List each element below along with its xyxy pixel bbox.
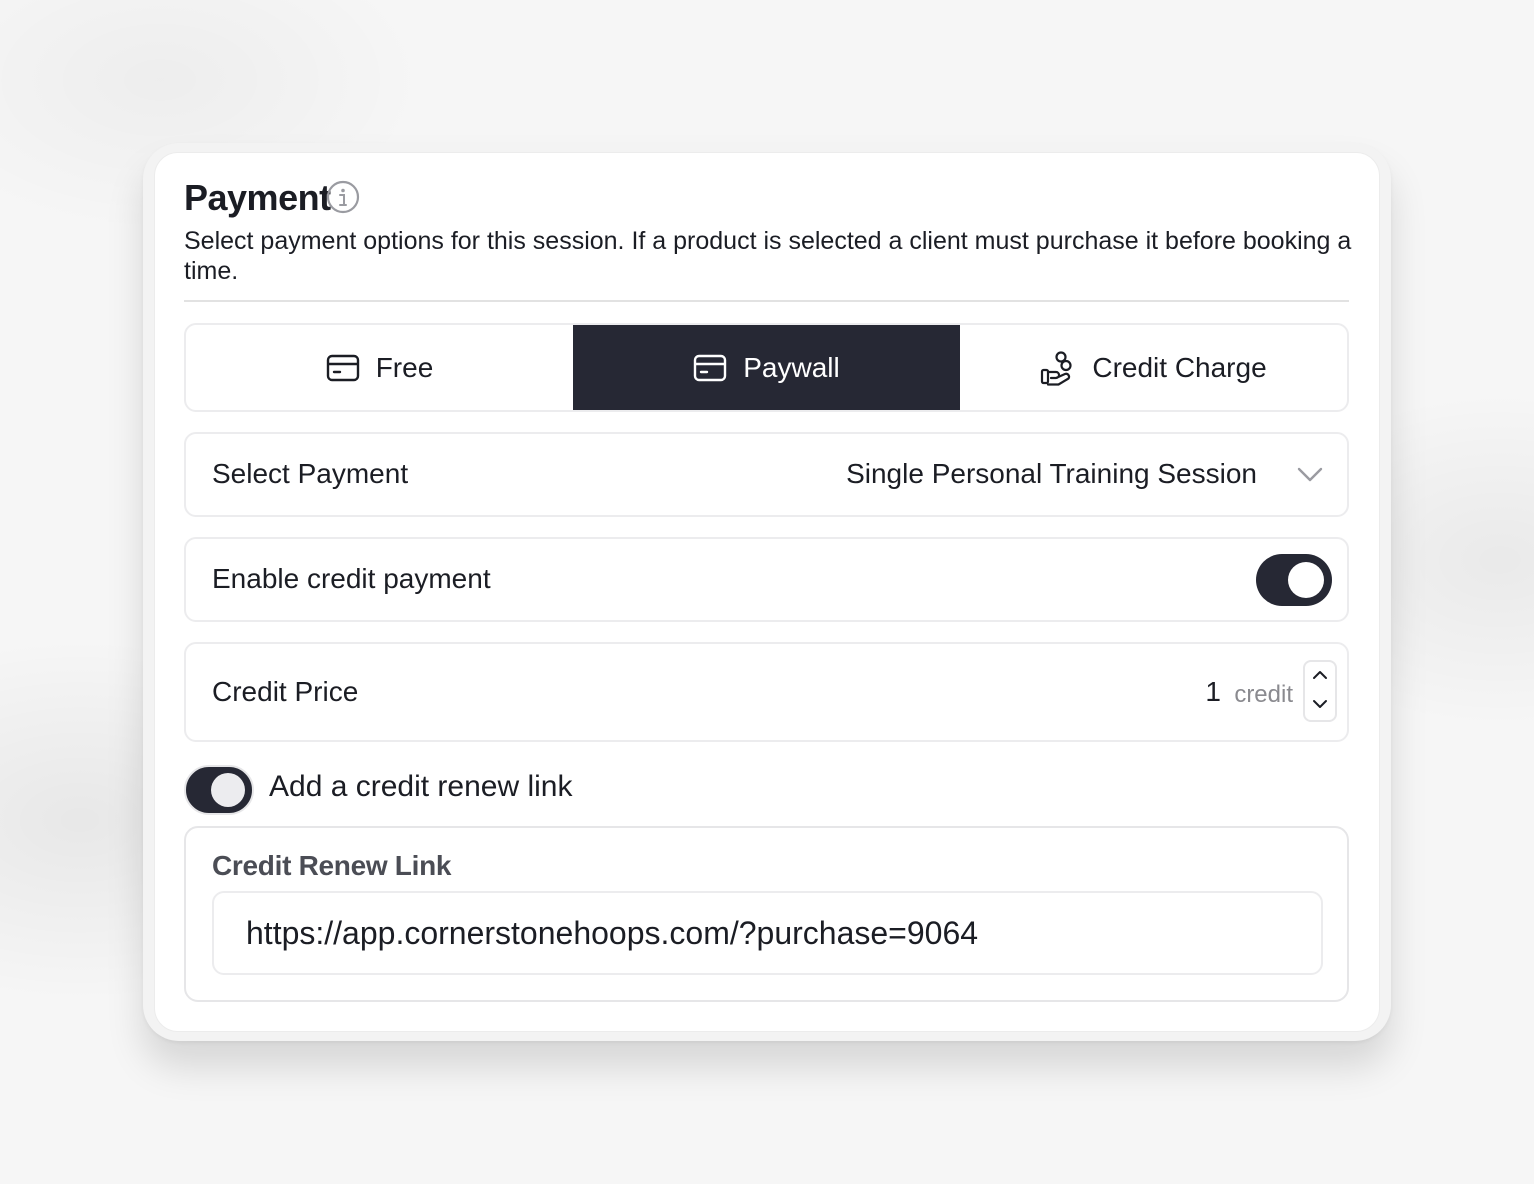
payment-type-paywall-button[interactable]: Paywall xyxy=(573,325,960,410)
divider xyxy=(184,300,1349,302)
enable-credit-payment-toggle[interactable] xyxy=(1256,554,1332,606)
payment-type-label: Free xyxy=(375,351,434,383)
select-payment-label: Select Payment xyxy=(212,458,409,489)
chevron-down-icon xyxy=(1295,462,1325,486)
credit-renew-link-input[interactable]: https://app.cornerstonehoops.com/?purcha… xyxy=(212,891,1323,975)
section-description: Select payment options for this session.… xyxy=(184,227,1352,285)
chevron-down-icon xyxy=(1312,697,1328,715)
section-title: Payment xyxy=(184,177,331,218)
credit-renew-link-toggle[interactable] xyxy=(184,765,254,815)
toggle-knob xyxy=(1288,562,1324,598)
increment-button[interactable] xyxy=(1305,662,1335,691)
card-icon xyxy=(693,354,727,382)
select-payment-dropdown[interactable]: Select Payment Single Personal Training … xyxy=(184,432,1349,517)
credit-price-stepper xyxy=(1303,660,1337,722)
card-icon xyxy=(326,354,360,382)
enable-credit-payment-row: Enable credit payment xyxy=(184,537,1349,622)
credit-renew-link-panel: Credit Renew Link https://app.cornerston… xyxy=(184,826,1349,1002)
payment-type-credit-charge-button[interactable]: Credit Charge xyxy=(960,325,1347,410)
payment-type-free-button[interactable]: Free xyxy=(186,325,573,410)
credit-price-row: Credit Price 1 credit xyxy=(184,642,1349,742)
chevron-up-icon xyxy=(1312,668,1328,686)
payment-type-label: Paywall xyxy=(743,351,840,383)
hand-coins-icon xyxy=(1040,350,1076,386)
decrement-button[interactable] xyxy=(1305,691,1335,720)
info-icon[interactable] xyxy=(326,180,360,214)
credit-renew-link-title: Credit Renew Link xyxy=(212,850,452,881)
payment-type-selector: Free Paywall Credit Charge xyxy=(184,323,1349,412)
toggle-knob xyxy=(211,773,245,807)
credit-price-input[interactable]: 1 xyxy=(1205,676,1221,708)
credit-price-unit: credit xyxy=(1234,681,1293,708)
payment-type-label: Credit Charge xyxy=(1092,351,1267,383)
select-payment-value: Single Personal Training Session xyxy=(846,458,1257,489)
credit-price-label: Credit Price xyxy=(212,676,359,707)
credit-renew-link-label: Add a credit renew link xyxy=(269,770,573,803)
enable-credit-payment-label: Enable credit payment xyxy=(212,563,491,594)
